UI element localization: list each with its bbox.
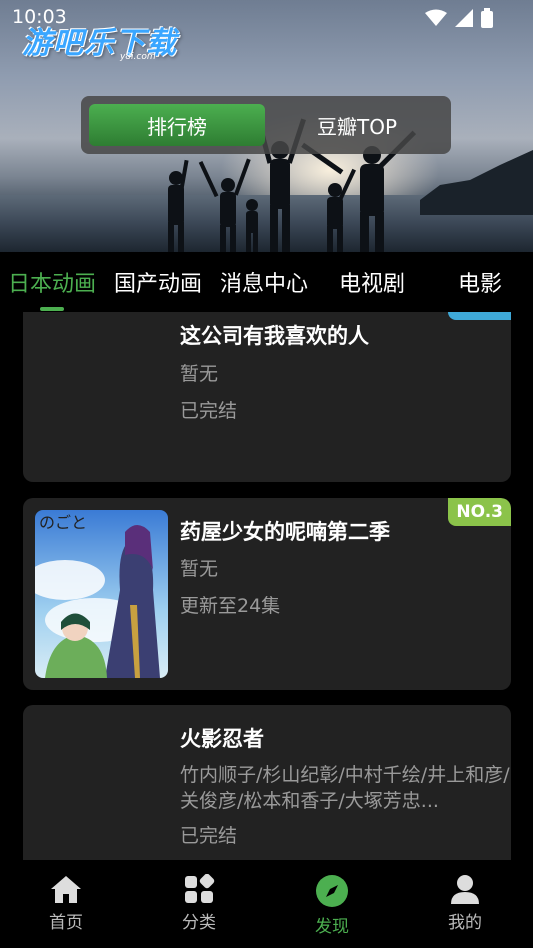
rank-badge: NO.3 [448,498,511,526]
rank-badge: NO.2 [448,312,511,320]
item-cast: 暂无 [180,363,219,385]
item-cast: 竹内顺子/杉山纪彰/中村千绘/井上和彦/关俊彦/松本和香子/大塚芳忠... [180,764,510,812]
tab-movies[interactable]: 电影 [458,266,502,298]
tab-tv-series[interactable]: 电视剧 [339,266,405,298]
compass-icon [316,875,348,907]
item-title: 火影忍者 [180,727,264,751]
category-tabs: 日本动画 国产动画 消息中心 电视剧 电影 [0,252,533,312]
profile-icon [451,875,479,904]
nav-discover[interactable]: 发现 [292,874,372,937]
nav-discover-label: 发现 [315,917,349,937]
active-tab-indicator [40,307,64,311]
nav-home-label: 首页 [49,913,83,933]
list-item[interactable]: 火影忍者 竹内顺子/杉山纪彰/中村千绘/井上和彦/关俊彦/松本和香子/大塚芳忠.… [23,705,511,860]
item-poster: のごと [35,510,168,678]
item-title: 药屋少女的呢喃第二季 [180,520,390,544]
nav-category[interactable]: 分类 [159,874,239,933]
list-item[interactable]: NO.2 这公司有我喜欢的人 暂无 已完结 [23,312,511,482]
douban-top-tab-button[interactable]: 豆瓣TOP [271,104,443,146]
header-banner: 10:03 游吧乐下载 y8i.com 排行榜 豆瓣TOP [0,0,533,252]
wifi-icon [425,9,447,26]
signal-icon [455,9,473,27]
item-status: 已完结 [180,825,238,847]
ranking-toggle: 排行榜 豆瓣TOP [81,96,451,154]
tab-messages[interactable]: 消息中心 [220,266,308,298]
bottom-navigation: 首页 分类 发现 我的 [0,860,533,948]
nav-category-label: 分类 [182,913,216,933]
item-title: 这公司有我喜欢的人 [180,324,369,348]
nav-profile-label: 我的 [448,913,482,933]
category-icon [185,874,215,903]
nav-profile[interactable]: 我的 [425,874,505,933]
item-cast: 暂无 [180,558,219,580]
tab-japanese-anime[interactable]: 日本动画 [8,266,96,298]
logo-subtext: y8i.com [120,52,156,62]
status-icons [425,8,493,28]
home-icon [51,876,81,903]
tab-chinese-anime[interactable]: 国产动画 [114,266,202,298]
nav-home[interactable]: 首页 [26,874,106,933]
ranking-tab-button[interactable]: 排行榜 [89,104,265,146]
item-status: 更新至24集 [180,595,281,617]
item-status: 已完结 [180,400,238,422]
svg-text:のごと: のごと [39,513,87,532]
anime-poster-image: のごと [35,510,168,678]
list-item[interactable]: のごと NO.3 药屋少女的呢喃第二季 暂无 更新至24集 [23,498,511,690]
ranking-list: NO.2 这公司有我喜欢的人 暂无 已完结 [0,312,533,860]
battery-icon [481,8,493,28]
